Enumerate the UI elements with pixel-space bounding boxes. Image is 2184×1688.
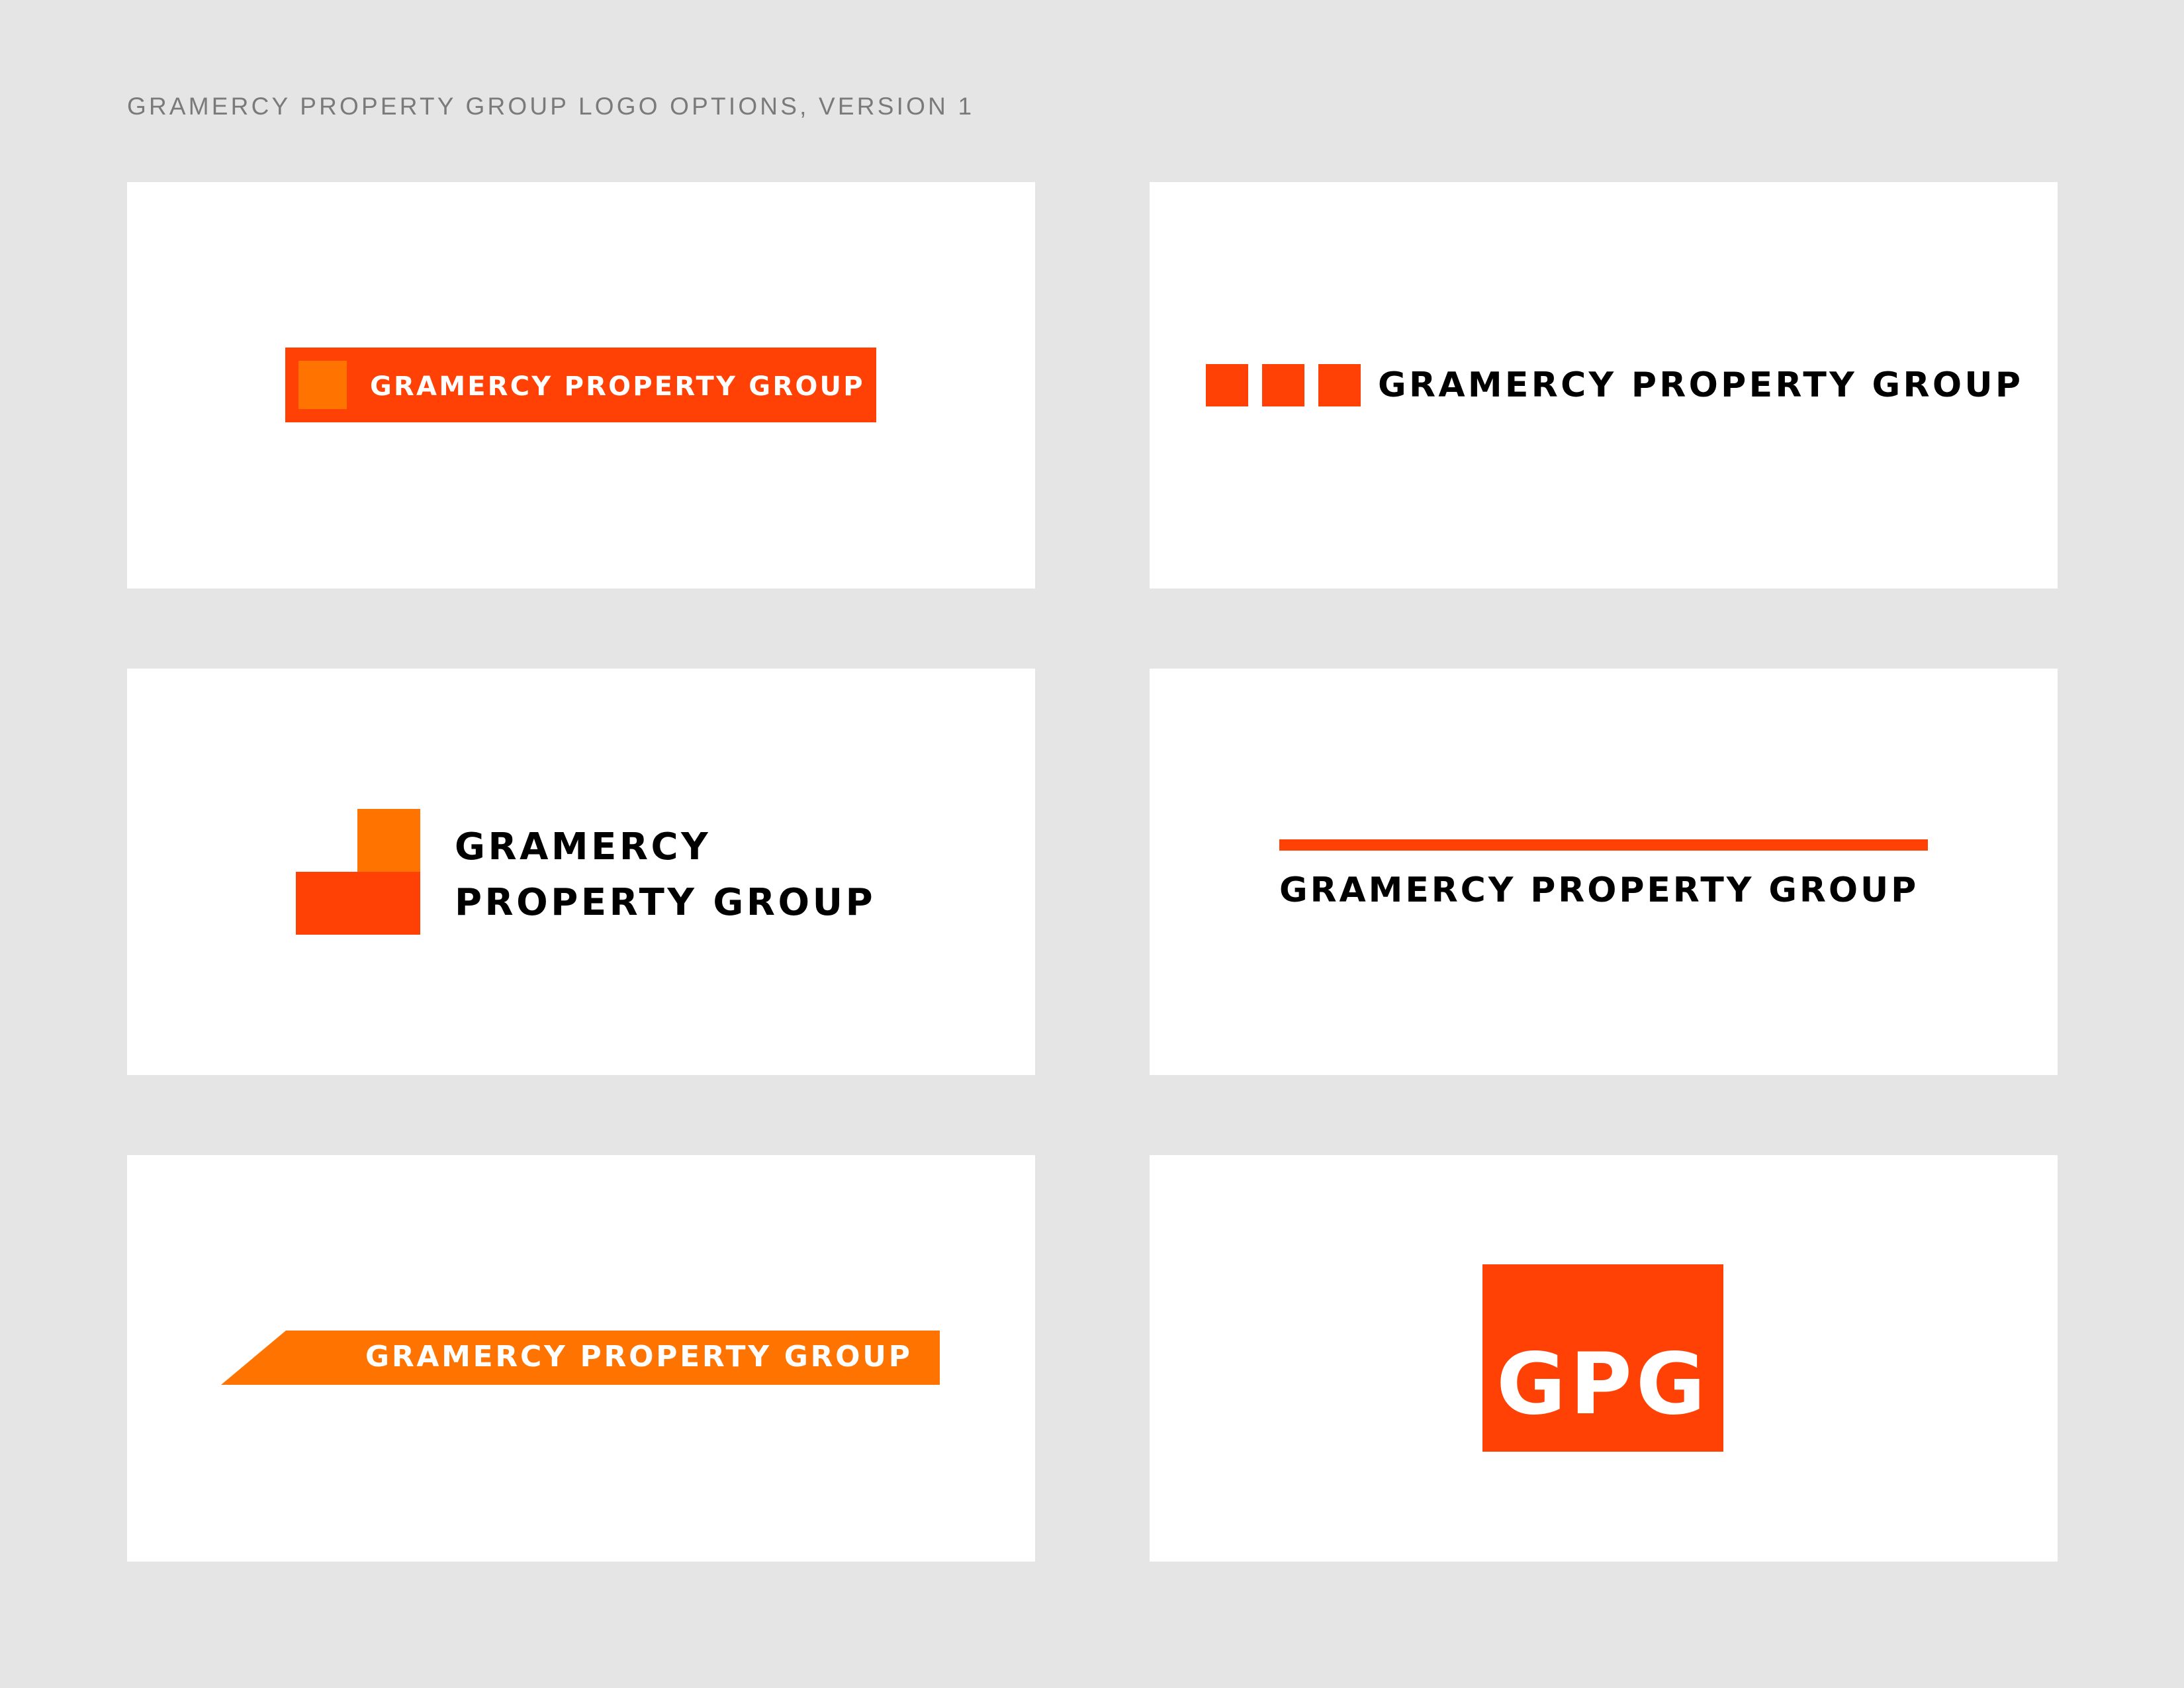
logo-3-wordmark-line2: PROPERTY GROUP — [455, 881, 876, 924]
logo-6-box: GPG — [1482, 1264, 1723, 1452]
logo-2-square-2 — [1262, 364, 1304, 406]
logo-6-monogram: GPG — [1496, 1335, 1709, 1434]
logo-option-1-card: GRAMERCY PROPERTY GROUP — [127, 182, 1035, 588]
logo-1-wordmark: GRAMERCY PROPERTY GROUP — [370, 371, 865, 402]
logo-1-square — [298, 361, 347, 409]
logo-2-square-1 — [1206, 364, 1248, 406]
page-title: GRAMERCY PROPERTY GROUP LOGO OPTIONS, VE… — [127, 93, 975, 120]
logo-2-square-3 — [1318, 364, 1361, 406]
logo-5-wordmark: GRAMERCY PROPERTY GROUP — [365, 1340, 913, 1374]
logo-2-wordmark: GRAMERCY PROPERTY GROUP — [1378, 365, 2024, 405]
logo-3-wordmark-line1: GRAMERCY — [455, 825, 711, 868]
logo-4-rule — [1279, 839, 1928, 851]
logo-option-3-card: GRAMERCY PROPERTY GROUP — [127, 669, 1035, 1075]
logo-option-6-card: GPG — [1150, 1155, 2058, 1562]
logo-option-5-card: GRAMERCY PROPERTY GROUP — [127, 1155, 1035, 1562]
logo-option-4-card: GRAMERCY PROPERTY GROUP — [1150, 669, 2058, 1075]
logo-1-bar: GRAMERCY PROPERTY GROUP — [285, 348, 876, 422]
logo-4-wordmark: GRAMERCY PROPERTY GROUP — [1279, 870, 1919, 910]
logo-3-bottom-block — [296, 872, 420, 935]
logo-option-2-card: GRAMERCY PROPERTY GROUP — [1150, 182, 2058, 588]
logo-3-top-block — [357, 809, 420, 872]
